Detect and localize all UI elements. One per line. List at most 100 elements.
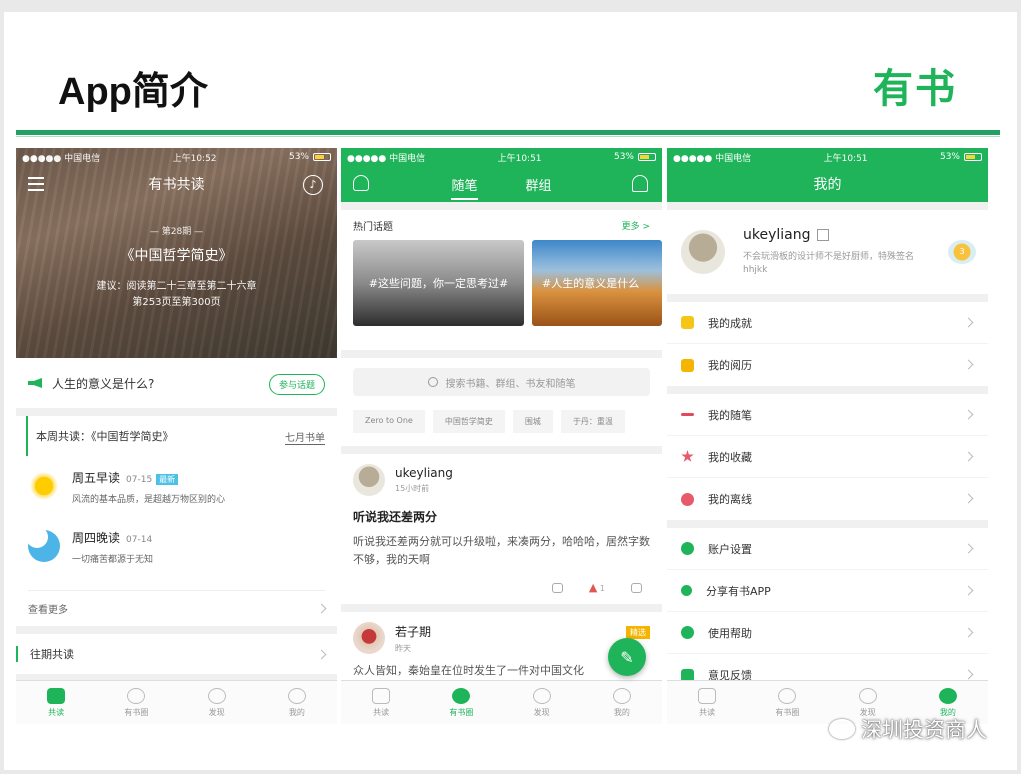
month-list-link[interactable]: 七月书单 xyxy=(285,429,325,445)
tab-bar: 共读 有书圈 发现 我的 xyxy=(16,680,337,724)
carrier-label: ●●●●● 中国电信 xyxy=(22,153,101,164)
topic-card-label: #这些问题，你一定思考过# xyxy=(368,276,509,290)
tag-chip[interactable]: 中国哲学简史 xyxy=(432,410,505,433)
avatar[interactable] xyxy=(353,464,385,496)
tag-chip[interactable]: Zero to One xyxy=(353,410,425,433)
comment-icon[interactable] xyxy=(551,582,563,593)
like-count: 1 xyxy=(599,584,605,593)
post-header: 若子期 昨天 xyxy=(353,622,650,654)
menu-reading-history[interactable]: 我的阅历 xyxy=(667,344,988,386)
tag-chip[interactable]: 围城 xyxy=(512,410,553,433)
tab-me[interactable]: 我的 xyxy=(582,681,662,724)
menu-my-notes[interactable]: 我的随笔 xyxy=(667,394,988,436)
issue-number: — 第28期 — xyxy=(149,227,204,237)
menu-account-settings[interactable]: 账户设置 xyxy=(667,528,988,570)
watermark-text: 深圳投资商人 xyxy=(861,718,987,742)
item-desc: 一切痛苦都源于无知 xyxy=(72,555,154,565)
tab-groups[interactable]: 群组 xyxy=(526,175,552,194)
add-user-icon[interactable] xyxy=(353,175,369,191)
status-bar: ●●●●● 中国电信 上午10:51 53% xyxy=(341,148,662,166)
book-icon xyxy=(698,687,717,704)
phone-screen-me: ●●●●● 中国电信 上午10:51 53% 我的 ukeyliang 不会玩滑… xyxy=(667,148,988,724)
tab-reading[interactable]: 共读 xyxy=(341,681,421,724)
chevron-right-icon xyxy=(963,669,974,680)
profile-card[interactable]: ukeyliang 不会玩滑板的设计师不是好厨师，特殊签名hhjkk 3 xyxy=(667,210,988,294)
page-title: 我的 xyxy=(813,177,842,193)
tab-discover[interactable]: 发现 xyxy=(502,681,582,724)
avatar[interactable] xyxy=(681,230,725,274)
tab-circle[interactable]: 有书圈 xyxy=(96,681,176,724)
post-card[interactable]: ukeyliang 15小时前 听说我还差两分 听说我还差两分就可以升级啦，来凑… xyxy=(341,454,662,604)
post-title: 听说我还差两分 xyxy=(353,510,438,524)
weekly-reading-header: 本周共读：《中国哲学简史》 七月书单 xyxy=(26,416,325,456)
weekly-reading-title: 本周共读：《中国哲学简史》 xyxy=(36,430,174,443)
list-item[interactable]: 周五早读 07-15 最新 风流的基本品质，是超越万物区别的心 xyxy=(28,456,325,516)
wechat-icon xyxy=(829,719,855,739)
speaker-icon xyxy=(28,378,42,388)
battery-icon xyxy=(313,153,331,161)
header: ●●●●● 中国电信 上午10:51 53% 随笔 群组 xyxy=(341,148,662,202)
segment-tabs: 随笔 群组 xyxy=(341,166,662,202)
chevron-right-icon xyxy=(963,627,974,638)
tab-circle[interactable]: 有书圈 xyxy=(421,681,501,724)
tag-chip[interactable]: 于丹：重温 xyxy=(560,410,625,433)
download-icon xyxy=(681,492,694,506)
like-button[interactable]: ▲ 1 xyxy=(589,581,605,594)
brand-logo: 有书 xyxy=(873,66,957,112)
topic-card[interactable]: #这些问题，你一定思考过# xyxy=(353,240,524,326)
edit-icon[interactable] xyxy=(816,229,829,241)
tab-label: 有书圈 xyxy=(124,707,149,717)
menu-achievements[interactable]: 我的成就 xyxy=(667,302,988,344)
menu-label: 我的随笔 xyxy=(708,408,752,422)
post-author[interactable]: ukeyliang xyxy=(395,466,453,480)
tab-reading[interactable]: 共读 xyxy=(667,681,747,724)
more-link[interactable]: 更多 > xyxy=(622,219,650,232)
chevron-right-icon xyxy=(963,317,974,328)
post-body: 听说我还差两分就可以升级啦，来凑两分，哈哈哈，居然字数不够，我的天啊 xyxy=(353,535,650,566)
menu-group: 账户设置 分享有书APP 使用帮助 意见反馈 xyxy=(667,528,988,696)
tab-circle[interactable]: 有书圈 xyxy=(747,681,827,724)
list-item[interactable]: 周四晚读 07-14 一切痛苦都源于无知 xyxy=(26,516,325,576)
clock-label: 上午10:51 xyxy=(823,153,868,164)
battery-percent: 53% xyxy=(288,152,309,162)
tab-discover[interactable]: 发现 xyxy=(177,681,257,724)
menu-offline[interactable]: 我的离线 xyxy=(667,478,988,520)
trophy-icon xyxy=(681,316,694,329)
menu-share-app[interactable]: 分享有书APP xyxy=(667,570,988,612)
chevron-right-icon xyxy=(963,409,974,420)
menu-favorites[interactable]: 我的收藏 xyxy=(667,436,988,478)
battery-percent: 53% xyxy=(613,152,634,162)
topic-card[interactable]: #人生的意义是什么 xyxy=(532,240,662,326)
bell-icon[interactable] xyxy=(632,175,648,192)
join-topic-button[interactable]: 参与话题 xyxy=(268,374,325,395)
planet-icon xyxy=(532,687,551,704)
menu-icon[interactable] xyxy=(28,177,44,191)
share-icon[interactable] xyxy=(631,582,642,593)
search-section: 搜索书籍、群组、书友和随笔 Zero to One 中国哲学简史 围城 于丹：重… xyxy=(341,358,662,446)
avatar[interactable] xyxy=(353,622,385,654)
book-icon xyxy=(47,687,66,704)
tab-reading[interactable]: 共读 xyxy=(16,681,96,724)
chevron-right-icon xyxy=(963,451,974,462)
chevron-right-icon xyxy=(963,543,974,554)
compose-button[interactable]: ✎ xyxy=(608,638,646,676)
tab-label: 共读 xyxy=(48,707,65,717)
tab-notes[interactable]: 随笔 xyxy=(451,175,478,200)
tab-label: 发现 xyxy=(533,707,550,717)
search-placeholder: 搜索书籍、群组、书友和随笔 xyxy=(445,378,576,390)
past-readings-label: 往期共读 xyxy=(16,646,74,662)
search-input[interactable]: 搜索书籍、群组、书友和随笔 xyxy=(353,368,650,396)
chevron-right-icon xyxy=(316,603,327,614)
topic-bar: 人生的意义是什么? 参与话题 xyxy=(16,358,337,408)
tab-me[interactable]: 我的 xyxy=(257,681,337,724)
post-actions: ▲ 1 xyxy=(551,581,642,594)
tab-label: 我的 xyxy=(288,707,305,717)
past-readings-row[interactable]: 往期共读 xyxy=(16,634,337,674)
menu-help[interactable]: 使用帮助 xyxy=(667,612,988,654)
see-more-link[interactable]: 查看更多 xyxy=(28,590,327,626)
music-note-icon[interactable]: ♪ xyxy=(303,175,323,195)
profile-name: ukeyliang xyxy=(743,227,811,243)
hot-topics-carousel: #这些问题，你一定思考过# #人生的意义是什么 xyxy=(353,240,662,326)
post-author[interactable]: 若子期 xyxy=(395,623,431,640)
hero-banner[interactable]: ●●●●● 中国电信 上午10:52 53% 有书共读 ♪ — 第28期 — 《… xyxy=(16,148,337,358)
